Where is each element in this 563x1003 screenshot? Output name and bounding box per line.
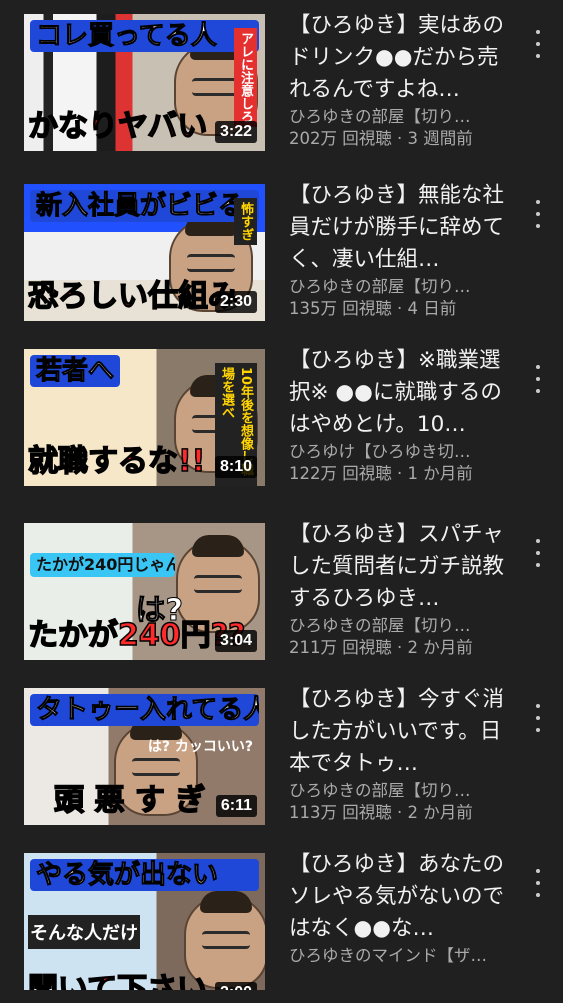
video-thumbnail[interactable]: 新入社員がビビる 怖すぎ 恐ろしい仕組み 2:30 <box>24 184 265 321</box>
video-title[interactable]: 【ひろゆき】無能な社員だけが勝手に辞めてく、凄い仕組… <box>289 180 519 276</box>
channel-name[interactable]: ひろゆきの部屋【切り… <box>289 276 519 298</box>
thumbnail-caption-top: やる気が出ない <box>30 859 259 891</box>
video-meta: 【ひろゆき】実はあのドリンク●●だから売れるんですよね… ひろゆきの部屋【切り…… <box>289 10 519 150</box>
channel-name[interactable]: ひろゆきの部屋【切り… <box>289 615 519 637</box>
thumbnail-caption-side: アレに注意しろ <box>234 28 257 127</box>
more-vert-icon[interactable] <box>528 30 548 58</box>
video-meta: 【ひろゆき】スパチャした質問者にガチ説教するひろゆき… ひろゆきの部屋【切り… … <box>289 519 519 659</box>
video-meta: 【ひろゆき】あなたのソレやる気がないのではなく●●な… ひろゆきのマインド【ザ… <box>289 849 519 967</box>
video-title[interactable]: 【ひろゆき】実はあのドリンク●●だから売れるんですよね… <box>289 10 519 106</box>
duration-badge: 8:10 <box>214 456 257 478</box>
video-item[interactable]: 新入社員がビビる 怖すぎ 恐ろしい仕組み 2:30 【ひろゆき】無能な社員だけが… <box>0 183 563 334</box>
video-item[interactable]: たかが240円じゃん は? たかが240円?? 3:04 【ひろゆき】スパチャし… <box>0 522 563 673</box>
video-thumbnail[interactable]: コレ買ってる人 アレに注意しろ かなりヤバい 3:22 <box>24 14 265 151</box>
thumbnail-caption-bottom: 聞いて下さい <box>27 971 208 990</box>
more-vert-icon[interactable] <box>528 539 548 567</box>
video-stats: 202万 回視聴 · 3 週間前 <box>289 129 473 148</box>
video-meta: 【ひろゆき】※職業選択※ ●●に就職するのはやめとけ。10… ひろゆけ【ひろゆき… <box>289 345 519 485</box>
thumbnail-caption-side: 怖すぎ <box>234 198 257 245</box>
thumbnail-caption-top: たかが240円じゃん <box>30 553 175 577</box>
video-feed: コレ買ってる人 アレに注意しろ かなりヤバい 3:22 【ひろゆき】実はあのドリ… <box>0 0 563 990</box>
duration-badge: 6:11 <box>215 795 257 817</box>
duration-badge: 3:04 <box>214 630 257 652</box>
thumbnail-caption-bottom: たかが240円?? <box>27 617 246 654</box>
video-thumbnail[interactable]: やる気が出ない そんな人だけ 聞いて下さい 2:00 <box>24 853 265 990</box>
channel-name[interactable]: ひろゆきの部屋【切り… <box>289 106 519 128</box>
video-title[interactable]: 【ひろゆき】※職業選択※ ●●に就職するのはやめとけ。10… <box>289 345 519 441</box>
video-stats: 122万 回視聴 · 1 か月前 <box>289 464 473 483</box>
thumbnail-caption-bottom: 就職するな!! <box>27 443 206 480</box>
duration-badge: 3:22 <box>214 121 257 143</box>
video-title[interactable]: 【ひろゆき】あなたのソレやる気がないのではなく●●な… <box>289 849 519 945</box>
video-item[interactable]: コレ買ってる人 アレに注意しろ かなりヤバい 3:22 【ひろゆき】実はあのドリ… <box>0 13 563 164</box>
video-item[interactable]: タトゥー入れてる人 は? カッコいい? 頭 悪 す ぎ 6:11 【ひろゆき】今… <box>0 687 563 838</box>
video-stats: 211万 回視聴 · 2 か月前 <box>289 638 473 657</box>
video-item[interactable]: 若者へ 10年後を想像し職場を選べ 就職するな!! 8:10 【ひろゆき】※職業… <box>0 348 563 499</box>
thumbnail-caption-top: 若者へ <box>30 355 121 387</box>
thumbnail-caption-top: 新入社員がビビる <box>30 190 259 222</box>
more-vert-icon[interactable] <box>528 869 548 897</box>
video-title[interactable]: 【ひろゆき】スパチャした質問者にガチ説教するひろゆき… <box>289 519 519 615</box>
thumbnail-caption-top: コレ買ってる人 <box>30 20 259 52</box>
video-thumbnail[interactable]: 若者へ 10年後を想像し職場を選べ 就職するな!! 8:10 <box>24 349 265 486</box>
thumbnail-caption-bottom: 頭 悪 す ぎ <box>53 782 206 819</box>
channel-name[interactable]: ひろゆきの部屋【切り… <box>289 780 519 802</box>
thumbnail-caption-side: は? カッコいい? <box>147 739 253 755</box>
more-vert-icon[interactable] <box>528 704 548 732</box>
thumbnail-caption-bottom: 恐ろしい仕組み <box>27 278 239 315</box>
duration-badge: 2:30 <box>214 291 257 313</box>
video-stats: 113万 回視聴 · 2 か月前 <box>289 803 473 822</box>
video-meta: 【ひろゆき】今すぐ消した方がいいです。日本でタトゥ… ひろゆきの部屋【切り… 1… <box>289 684 519 824</box>
more-vert-icon[interactable] <box>528 365 548 393</box>
video-thumbnail[interactable]: たかが240円じゃん は? たかが240円?? 3:04 <box>24 523 265 660</box>
video-stats: 135万 回視聴 · 4 日前 <box>289 299 457 318</box>
thumbnail-caption-bottom: かなりヤバい <box>27 108 208 145</box>
duration-badge: 2:00 <box>214 982 257 990</box>
more-vert-icon[interactable] <box>528 200 548 228</box>
video-meta: 【ひろゆき】無能な社員だけが勝手に辞めてく、凄い仕組… ひろゆきの部屋【切り… … <box>289 180 519 320</box>
video-title[interactable]: 【ひろゆき】今すぐ消した方がいいです。日本でタトゥ… <box>289 684 519 780</box>
channel-name[interactable]: ひろゆきのマインド【ザ… <box>289 945 519 967</box>
video-item[interactable]: やる気が出ない そんな人だけ 聞いて下さい 2:00 【ひろゆき】あなたのソレや… <box>0 852 563 1003</box>
channel-name[interactable]: ひろゆけ【ひろゆき切… <box>289 441 519 463</box>
thumbnail-caption-top: タトゥー入れてる人 <box>30 694 259 726</box>
video-thumbnail[interactable]: タトゥー入れてる人 は? カッコいい? 頭 悪 す ぎ 6:11 <box>24 688 265 825</box>
thumbnail-caption-side: そんな人だけ <box>28 915 140 949</box>
